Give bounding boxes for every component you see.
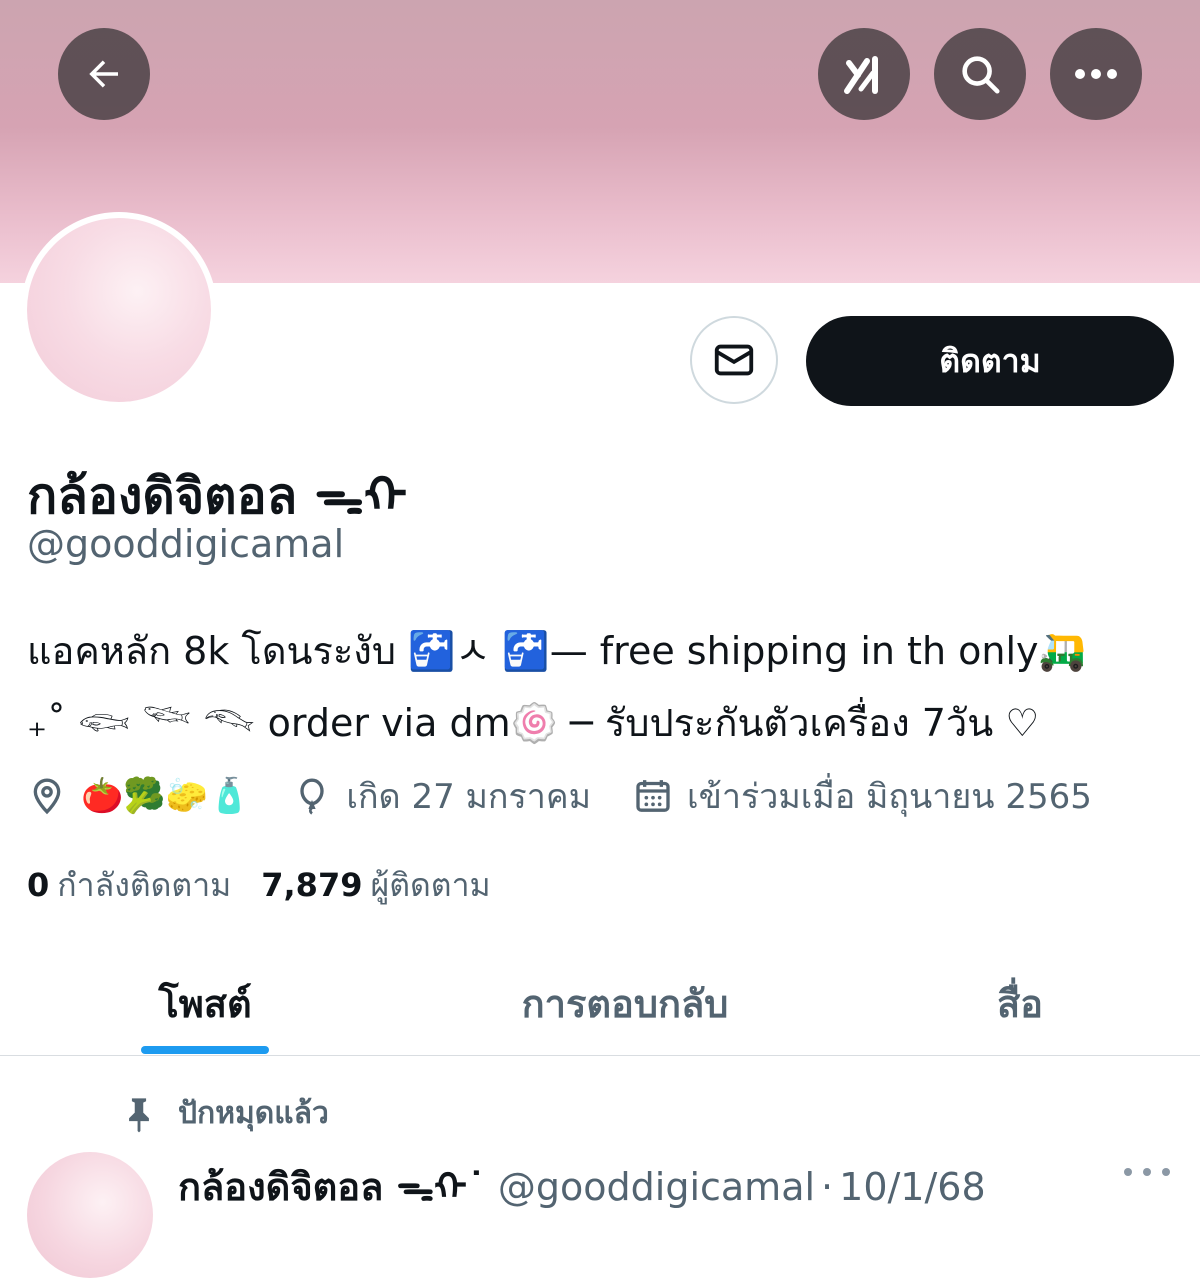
post-author-avatar[interactable] — [27, 1152, 153, 1278]
profile-tabs: โพสต์ การตอบกลับ สื่อ — [0, 950, 1200, 1056]
profile-meta: 🍅🥦🧽🧴 เกิด 27 มกราคม เข้าร่วมเมื่อ มิถุนา… — [27, 770, 1134, 822]
location-item: 🍅🥦🧽🧴 — [27, 776, 250, 816]
following-label: กำลังติดตาม — [57, 866, 232, 904]
following-link[interactable]: 0 กำลังติดตาม — [27, 860, 231, 911]
more-button[interactable] — [1050, 28, 1142, 120]
tab-posts[interactable]: โพสต์ — [70, 950, 340, 1056]
post-more-button[interactable] — [1124, 1160, 1170, 1184]
profile-avatar[interactable] — [21, 212, 217, 408]
message-button[interactable] — [690, 316, 778, 404]
follow-stats: 0 กำลังติดตาม 7,879 ผู้ติดตาม — [27, 860, 521, 911]
grok-button[interactable] — [818, 28, 910, 120]
post-author-handle[interactable]: @gooddigicamal — [498, 1165, 815, 1209]
back-button[interactable] — [58, 28, 150, 120]
follow-button[interactable]: ติดตาม — [806, 316, 1174, 406]
profile-bio: แอคหลัก 8k โดนระงับ 🚰ㅅ 🚰— free shipping … — [27, 615, 1177, 759]
calendar-icon — [636, 780, 670, 812]
pin-icon — [129, 1097, 149, 1132]
post-separator: · — [821, 1165, 834, 1209]
avatar-image — [27, 218, 211, 402]
bio-line: แอคหลัก 8k โดนระงับ 🚰ㅅ 🚰— free shipping … — [27, 629, 1086, 673]
more-dot — [1143, 1168, 1151, 1176]
active-tab-indicator — [141, 1046, 269, 1054]
tab-media[interactable]: สื่อ — [900, 950, 1140, 1056]
tab-replies[interactable]: การตอบกลับ — [440, 950, 810, 1056]
joined-text: เข้าร่วมเมื่อ มิถุนายน 2565 — [687, 777, 1092, 817]
following-count: 0 — [27, 866, 50, 904]
followers-link[interactable]: 7,879 ผู้ติดตาม — [261, 860, 490, 911]
post-header: กล้องดิจิตอล ᯓᡣ˙ @gooddigicamal · 10/1/6… — [178, 1146, 986, 1217]
user-handle: @gooddigicamal — [27, 522, 345, 566]
pinned-label: ปักหมุดแล้ว — [122, 1090, 329, 1137]
joined-item: เข้าร่วมเมื่อ มิถุนายน 2565 — [633, 769, 1092, 823]
more-dot — [1124, 1168, 1132, 1176]
followers-label: ผู้ติดตาม — [370, 866, 491, 904]
location-text: 🍅🥦🧽🧴 — [81, 776, 251, 816]
more-horizontal-icon — [1075, 69, 1117, 79]
followers-count: 7,879 — [261, 866, 363, 904]
envelope-icon — [714, 344, 754, 376]
bio-line: ₊˚ 𓆟 𓆝 𓆞 order via dm🍥 ─ รับประกันตัวเคร… — [27, 701, 1040, 745]
location-pin-icon — [33, 778, 61, 815]
search-button[interactable] — [934, 28, 1026, 120]
post-author-name[interactable]: กล้องดิจิตอล ᯓᡣ˙ — [178, 1146, 486, 1217]
more-dot — [1162, 1168, 1170, 1176]
grok-icon — [844, 56, 878, 94]
arrow-left-icon — [89, 60, 118, 88]
post-date[interactable]: 10/1/68 — [839, 1165, 986, 1209]
balloon-icon — [300, 778, 325, 815]
pinned-text: ปักหมุดแล้ว — [178, 1096, 329, 1131]
birthday-text: เกิด 27 มกราคม — [346, 777, 592, 817]
birthday-item: เกิด 27 มกราคม — [292, 769, 591, 823]
search-icon — [962, 56, 1000, 94]
